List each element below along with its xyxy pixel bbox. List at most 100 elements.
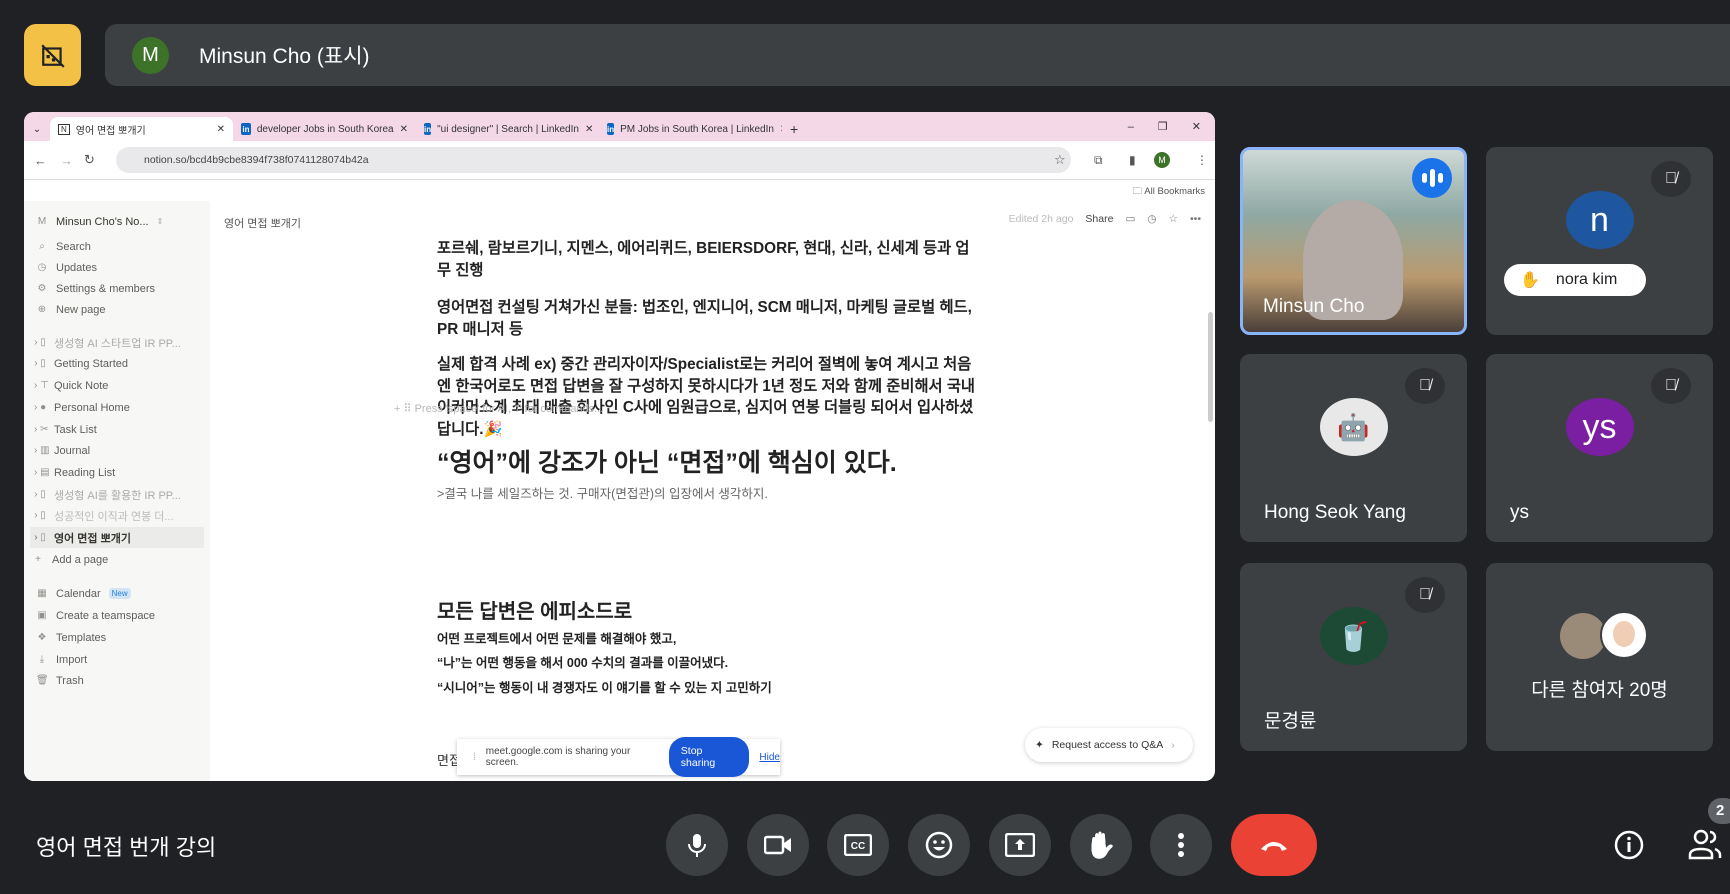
- close-icon[interactable]: ✕: [585, 124, 593, 135]
- page-item[interactable]: › ● Personal Home: [34, 397, 204, 418]
- close-icon[interactable]: ✕: [217, 124, 225, 135]
- participant-tile-hong[interactable]: 🎙̸ 🤖 Hong Seok Yang: [1240, 354, 1467, 542]
- workspace-switcher[interactable]: M Minsun Cho's No... ⇕: [36, 211, 206, 232]
- book-icon: › ▤: [34, 467, 50, 478]
- request-qa-button[interactable]: ✦ Request access to Q&A ›: [1025, 728, 1193, 762]
- sidebar-import[interactable]: ⤓ Import: [36, 649, 206, 670]
- heading-1[interactable]: “영어”에 강조가 아닌 “면접”에 핵심이 있다.: [437, 443, 897, 479]
- nav-label: Updates: [56, 261, 97, 274]
- page-label: 성공적인 이직과 연봉 더...: [54, 510, 174, 523]
- nav-label: Settings & members: [56, 282, 156, 295]
- extensions-icon[interactable]: ⧉: [1094, 153, 1103, 168]
- minimize-icon[interactable]: –: [1128, 121, 1134, 133]
- tab-label: 영어 면접 뽀개기: [75, 125, 146, 137]
- scrollbar[interactable]: [1208, 312, 1213, 422]
- quote-text[interactable]: >결국 나를 세일즈하는 것. 구매자(면접관)의 입장에서 생각하지.: [437, 483, 768, 502]
- new-tab-button[interactable]: +: [782, 117, 806, 141]
- participant-tile-minsun[interactable]: Minsun Cho: [1240, 147, 1467, 335]
- qa-label: Request access to Q&A: [1051, 739, 1164, 751]
- close-icon[interactable]: ✕: [400, 124, 408, 135]
- participant-name: 문경륜: [1264, 711, 1317, 732]
- history-icon[interactable]: ◷: [1147, 213, 1156, 225]
- search-icon: ⌕: [39, 241, 45, 252]
- paragraph[interactable]: 포르쉐, 람보르기니, 지멘스, 에어리퀴드, BEIERSDORF, 현대, …: [437, 238, 982, 281]
- profile-avatar[interactable]: M: [1154, 152, 1170, 168]
- participant-tile-ys[interactable]: 🎙̸ ys ys: [1486, 354, 1713, 542]
- more-icon[interactable]: •••: [1190, 213, 1201, 225]
- drag-handle-icon[interactable]: ⁞: [473, 752, 476, 763]
- tab-developer-jobs[interactable]: in developer Jobs in South Korea ✕: [233, 117, 416, 141]
- tab-pm-jobs[interactable]: inPM Jobs in South Korea | LinkedIn✕: [599, 117, 782, 141]
- text-line[interactable]: “나”는 어떤 행동을 해서 000 수치의 결과를 이끌어냈다.: [437, 652, 728, 671]
- paragraph[interactable]: 실제 합격 사례 ex) 중간 관리자이자/Specialist로는 커리어 절…: [437, 354, 982, 440]
- page-item-selected[interactable]: › ▯ 영어 면접 뽀개기: [30, 527, 204, 548]
- more-options-button[interactable]: [1150, 814, 1212, 876]
- text-line[interactable]: “시니어”는 행동이 내 경쟁자도 이 얘기를 할 수 있는 지 고민하기: [437, 677, 772, 696]
- nav-label: Trash: [56, 674, 84, 687]
- breadcrumb[interactable]: 영어 면접 뽀개기: [224, 215, 301, 231]
- tab-search-icon[interactable]: ⌄: [24, 117, 50, 141]
- text-line[interactable]: 어떤 프로젝트에서 어떤 문제를 해결해야 했고,: [437, 628, 676, 647]
- sidebar-new-page[interactable]: ⊕ New page: [36, 299, 206, 320]
- tab-notion[interactable]: N 영어 면접 뽀개기 ✕: [50, 117, 233, 141]
- presenter-label: Minsun Cho (표시): [199, 45, 370, 68]
- page-item[interactable]: › ✂ Task List: [34, 419, 204, 440]
- page-item[interactable]: › ▯ 생성형 AI를 활용한 IR PP...: [34, 484, 204, 505]
- stop-sharing-button[interactable]: Stop sharing: [668, 737, 750, 777]
- comment-icon[interactable]: ▭: [1125, 213, 1135, 225]
- page-item[interactable]: › ▯ 성공적인 이직과 연봉 더...: [34, 505, 204, 526]
- leave-call-button[interactable]: [1231, 814, 1317, 876]
- empty-block[interactable]: + ⠿ Press 'space' for AI, '/' for comman…: [394, 402, 603, 415]
- emoji-button[interactable]: [908, 814, 970, 876]
- page-item[interactable]: › ⊤ Quick Note: [34, 375, 204, 396]
- forward-icon[interactable]: →: [60, 153, 73, 168]
- captions-button[interactable]: CC: [827, 814, 889, 876]
- page-item[interactable]: › ▤ Reading List: [34, 462, 204, 483]
- hang-up-icon: [1261, 842, 1287, 851]
- close-window-icon[interactable]: ✕: [1192, 120, 1201, 133]
- people-button[interactable]: [1688, 828, 1722, 865]
- sidebar-settings[interactable]: ⚙ Settings & members: [36, 278, 206, 299]
- mic-off-icon: 🎙̸: [1405, 368, 1445, 404]
- back-icon[interactable]: ←: [34, 153, 47, 168]
- participant-tile-nora[interactable]: 🎙̸ n ✋ nora kim: [1486, 147, 1713, 335]
- sidebar-create-teamspace[interactable]: ▣ Create a teamspace: [36, 605, 206, 626]
- sidebar-updates[interactable]: ◷ Updates: [36, 257, 206, 278]
- meeting-info-button[interactable]: [1614, 830, 1644, 865]
- host-controls-icon[interactable]: [24, 24, 81, 86]
- page-item[interactable]: › ▯ Getting Started: [34, 353, 204, 374]
- person-icon: › ●: [34, 402, 47, 413]
- others-tile[interactable]: 다른 참여자 20명: [1486, 563, 1713, 751]
- participant-tile-moon[interactable]: 🎙̸ 🥤 문경륜: [1240, 563, 1467, 751]
- restore-icon[interactable]: ❐: [1158, 120, 1168, 133]
- nav-label: Search: [56, 240, 91, 253]
- reload-icon[interactable]: ↻: [84, 152, 95, 168]
- hide-button[interactable]: Hide: [759, 752, 780, 763]
- url-input[interactable]: notion.so/bcd4b9cbe8394f738f0741128074b4…: [116, 147, 1071, 173]
- share-bar-text: meet.google.com is sharing your screen.: [485, 746, 631, 768]
- heading-2[interactable]: 모든 답변은 에피소드로: [437, 595, 632, 624]
- sidebar-calendar[interactable]: ▦ Calendar New: [36, 583, 206, 604]
- camera-button[interactable]: [747, 814, 809, 876]
- share-button[interactable]: Share: [1085, 213, 1113, 225]
- add-page-button[interactable]: + Add a page: [32, 549, 202, 570]
- raise-hand-button[interactable]: ✋: [1070, 814, 1132, 876]
- journal-icon: › ▥: [34, 445, 50, 456]
- page-item[interactable]: › ▥ Journal: [34, 440, 204, 461]
- sidepanel-icon[interactable]: ▮: [1129, 153, 1136, 167]
- paragraph[interactable]: 영어면접 컨설팅 거쳐가신 분들: 법조인, 엔지니어, SCM 매니저, 마케…: [437, 297, 982, 340]
- captions-icon: CC: [844, 834, 872, 856]
- tab-label: PM Jobs in South Korea | LinkedIn: [620, 123, 774, 135]
- present-button[interactable]: [989, 814, 1051, 876]
- tab-ui-designer[interactable]: in "ui designer" | Search | LinkedIn ✕: [416, 117, 599, 141]
- mic-button[interactable]: [666, 814, 728, 876]
- sidebar-templates[interactable]: ❖ Templates: [36, 627, 206, 648]
- sidebar-search[interactable]: ⌕ Search: [36, 236, 206, 257]
- page-item[interactable]: › ▯ 생성형 AI 스타트업 IR PP...: [34, 332, 204, 353]
- bookmark-star-icon[interactable]: ☆: [1054, 152, 1066, 168]
- sidebar-trash[interactable]: 🗑 Trash: [36, 670, 206, 691]
- add-block-icon[interactable]: + ⠿: [394, 403, 415, 415]
- all-bookmarks[interactable]: 🗀 All Bookmarks: [1133, 184, 1205, 200]
- favorite-icon[interactable]: ☆: [1169, 213, 1178, 225]
- menu-icon[interactable]: ⋮: [1196, 153, 1208, 167]
